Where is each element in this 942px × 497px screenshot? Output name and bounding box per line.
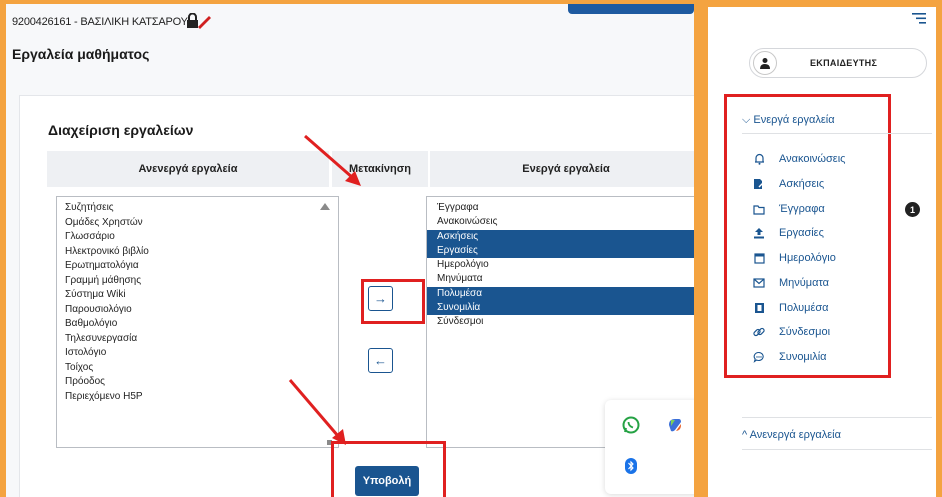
bluetooth-icon[interactable] [625, 458, 637, 474]
envelope-icon [752, 276, 766, 290]
edit-file-icon [752, 177, 766, 191]
inactive-tool-option[interactable]: Ερωτηματολόγια [65, 259, 338, 274]
inactive-tool-option[interactable]: Γλωσσάριο [65, 230, 338, 245]
inactive-tool-option[interactable]: Ομάδες Χρηστών [65, 216, 338, 231]
active-tools-section-toggle[interactable]: ⌵ Ενεργά εργαλεία [742, 114, 835, 127]
role-switch[interactable]: ΕΚΠΑΙΔΕΥΤΗΣ [749, 48, 927, 78]
annotation-arrow-submit [288, 379, 346, 445]
role-label: ΕΚΠΑΙΔΕΥΤΗΣ [810, 58, 878, 68]
inactive-tool-option[interactable]: Γραμμή μάθησης [65, 274, 338, 289]
course-sidebar: ΕΚΠΑΙΔΕΥΤΗΣ ⌵ Ενεργά εργαλεία Ανακοινώσε… [708, 7, 936, 497]
sidebar-item-exercises[interactable]: Ασκήσεις [752, 176, 824, 192]
inactive-tools-header: Ανενεργά εργαλεία [47, 151, 329, 187]
active-tool-option-selected[interactable]: Πολυμέσα [427, 286, 694, 302]
active-tool-option[interactable]: Σύνδεσμοι [427, 315, 694, 329]
sidebar-item-chat[interactable]: Συνομιλία [752, 349, 827, 365]
inactive-tool-option[interactable]: Ηλεκτρονικό βιβλίο [65, 245, 338, 260]
sidebar-item-label: Ανακοινώσεις [779, 153, 846, 165]
move-left-button[interactable]: ← [368, 348, 393, 373]
user-icon [753, 51, 777, 75]
active-tool-option-selected[interactable]: Συνομιλία [427, 301, 694, 316]
sidebar-item-calendar[interactable]: Ημερολόγιο [752, 250, 836, 266]
divider [742, 133, 932, 134]
chevron-up-icon: ^ [742, 429, 748, 441]
chat-icon [752, 350, 766, 364]
move-right-highlight [361, 279, 425, 324]
sidebar-item-assignments[interactable]: Εργασίες [752, 225, 824, 241]
inactive-tools-section-label: Ανενεργά εργαλεία [749, 429, 841, 441]
active-tools-section-label: Ενεργά εργαλεία [753, 114, 835, 126]
inactive-tool-option[interactable]: Τοίχος [65, 361, 338, 376]
inactive-tool-option[interactable]: Ιστολόγιο [65, 346, 338, 361]
inactive-tool-option[interactable]: Σύστημα Wiki [65, 288, 338, 303]
active-tool-option[interactable]: Ημερολόγιο [427, 258, 694, 272]
submit-button[interactable]: Υποβολή [355, 466, 419, 496]
bell-icon [752, 152, 766, 166]
sidebar-item-label: Εργασίες [779, 227, 824, 239]
lock-pen-icon [187, 13, 211, 29]
divider [742, 417, 932, 418]
active-tool-option-selected[interactable]: Ασκήσεις [427, 229, 694, 244]
course-code-line: 9200426161 - ΒΑΣΙΛΙΚΗ ΚΑΤΣΑΡΟΥ [12, 16, 188, 28]
link-icon [752, 325, 766, 339]
inactive-tools-section-toggle[interactable]: ^ Ανενεργά εργαλεία [742, 429, 841, 441]
tools-manager-card: Διαχείριση εργαλείων Ανενεργά εργαλεία Μ… [19, 95, 694, 497]
sidebar-item-label: Σύνδεσμοι [779, 326, 831, 338]
active-tool-option[interactable]: Ανακοινώσεις [427, 215, 694, 229]
scroll-up-arrow-icon[interactable] [320, 203, 330, 210]
active-tool-option[interactable]: Μηνύματα [427, 272, 694, 286]
upload-icon [752, 226, 766, 240]
sidebar-item-multimedia[interactable]: Πολυμέσα [752, 300, 829, 316]
active-tool-option-selected[interactable]: Εργασίες [427, 243, 694, 259]
page-title: Εργαλεία μαθήματος [12, 46, 150, 62]
sidebar-item-announcements[interactable]: Ανακοινώσεις [752, 151, 845, 167]
inactive-tool-option[interactable]: Βαθμολόγιο [65, 317, 338, 332]
active-tools-header: Ενεργά εργαλεία [430, 151, 694, 187]
sidebar-item-label: Ημερολόγιο [779, 252, 836, 264]
course-tools-page: 9200426161 - ΒΑΣΙΛΙΚΗ ΚΑΤΣΑΡΟΥ Εργαλεία … [6, 4, 694, 497]
whatsapp-icon[interactable] [622, 416, 640, 434]
annotation-arrow-move [304, 134, 361, 186]
top-action-button[interactable] [568, 4, 694, 14]
folder-icon [752, 202, 766, 216]
sidebar-item-label: Ασκήσεις [779, 178, 825, 190]
sidebar-item-documents[interactable]: Έγγραφα [752, 201, 825, 217]
chevron-down-icon: ⌵ [742, 114, 751, 126]
film-icon [752, 301, 766, 315]
sidebar-item-label: Συνομιλία [779, 351, 827, 363]
sidebar-item-label: Μηνύματα [779, 277, 830, 289]
active-tool-option[interactable]: Έγγραφα [427, 201, 694, 215]
sidebar-item-label: Πολυμέσα [779, 302, 829, 314]
tools-manager-title: Διαχείριση εργαλείων [48, 122, 194, 138]
inactive-tool-option[interactable]: Τηλεσυνεργασία [65, 332, 338, 347]
share-widget [605, 400, 694, 494]
sidebar-item-messages[interactable]: Μηνύματα [752, 275, 829, 291]
divider [742, 449, 932, 450]
inactive-tool-option[interactable]: Παρουσιολόγιο [65, 303, 338, 318]
menu-icon[interactable] [912, 13, 926, 25]
copilot-icon[interactable] [666, 416, 684, 434]
notification-badge: 1 [905, 202, 920, 217]
sidebar-item-links[interactable]: Σύνδεσμοι [752, 324, 830, 340]
inactive-tool-option[interactable]: Συζητήσεις [65, 201, 338, 216]
calendar-icon [752, 251, 766, 265]
sidebar-item-label: Έγγραφα [779, 203, 825, 215]
